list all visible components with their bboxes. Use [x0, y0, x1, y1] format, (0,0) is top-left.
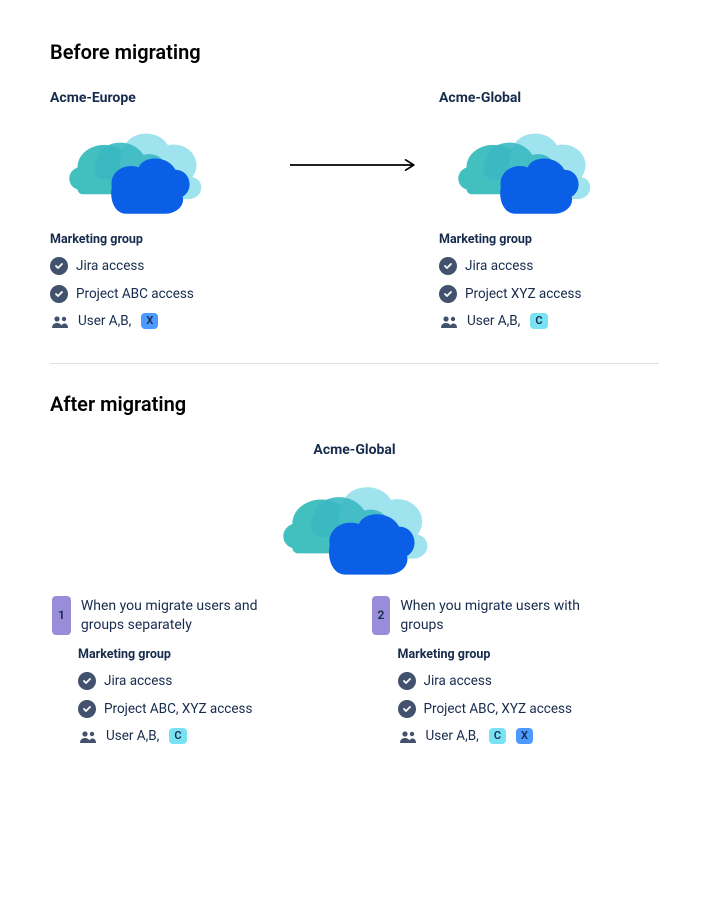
permission-text: Project ABC, XYZ access	[424, 701, 572, 717]
permission-list: Jira access Project XYZ access User A,B,…	[439, 257, 659, 329]
users-icon	[439, 313, 459, 329]
user-badge-x: X	[141, 313, 158, 329]
user-badge-c: C	[530, 313, 547, 329]
site-acme-global-after: Acme-Global	[245, 442, 465, 578]
check-icon	[50, 257, 68, 275]
permission-item: Project XYZ access	[439, 285, 659, 303]
site-title: Acme-Europe	[50, 90, 270, 106]
permission-list: Jira access Project ABC, XYZ access User…	[78, 672, 340, 744]
permission-text: Jira access	[104, 673, 172, 689]
group-label: Marketing group	[398, 647, 660, 662]
check-icon	[439, 257, 457, 275]
permission-text: Project ABC access	[76, 286, 194, 302]
user-badge-x: X	[516, 728, 533, 744]
section-divider	[50, 363, 659, 364]
cloud-icon	[439, 116, 659, 226]
permission-list: Jira access Project ABC, XYZ access User…	[398, 672, 660, 744]
cloud-icon	[245, 468, 465, 578]
site-title: Acme-Global	[245, 442, 465, 458]
permission-text: Project ABC, XYZ access	[104, 701, 252, 717]
users-icon	[398, 728, 418, 744]
users-text: User A,B,	[106, 728, 159, 744]
after-options-row: 1 When you migrate users and groups sepa…	[50, 596, 659, 744]
users-text: User A,B,	[467, 313, 520, 329]
permission-item: Project ABC, XYZ access	[398, 700, 660, 718]
permission-text: Jira access	[424, 673, 492, 689]
check-icon	[78, 700, 96, 718]
group-label: Marketing group	[439, 232, 659, 247]
site-acme-global: Acme-Global Marketing group Jira access …	[439, 90, 659, 329]
option-number-badge: 1	[52, 596, 71, 635]
users-icon	[78, 728, 98, 744]
site-acme-europe: Acme-Europe Marketing group Jira access …	[50, 90, 270, 329]
permission-item: Jira access	[78, 672, 340, 690]
users-icon	[50, 313, 70, 329]
permission-item: Project ABC access	[50, 285, 270, 303]
check-icon	[398, 700, 416, 718]
users-item: User A,B, X	[50, 313, 270, 329]
check-icon	[439, 285, 457, 303]
permission-text: Jira access	[76, 258, 144, 274]
cloud-icon	[50, 116, 270, 226]
users-text: User A,B,	[78, 313, 131, 329]
permission-item: Jira access	[50, 257, 270, 275]
users-item: User A,B, C	[439, 313, 659, 329]
user-badge-c: C	[489, 728, 506, 744]
group-label: Marketing group	[50, 232, 270, 247]
option-description: When you migrate users and groups separa…	[81, 596, 291, 635]
option-number-badge: 2	[372, 596, 391, 635]
option-separate: 1 When you migrate users and groups sepa…	[50, 596, 340, 744]
option-description: When you migrate users with groups	[400, 596, 610, 635]
permission-item: Jira access	[439, 257, 659, 275]
permission-list: Jira access Project ABC access User A,B,…	[50, 257, 270, 329]
permission-text: Project XYZ access	[465, 286, 581, 302]
permission-item: Project ABC, XYZ access	[78, 700, 340, 718]
check-icon	[78, 672, 96, 690]
permission-item: Jira access	[398, 672, 660, 690]
users-text: User A,B,	[426, 728, 479, 744]
after-heading: After migrating	[50, 392, 659, 416]
before-row: Acme-Europe Marketing group Jira access …	[50, 90, 659, 329]
user-badge-c: C	[169, 728, 186, 744]
users-item: User A,B, C X	[398, 728, 660, 744]
check-icon	[50, 285, 68, 303]
migration-arrow	[270, 90, 439, 240]
permission-text: Jira access	[465, 258, 533, 274]
users-item: User A,B, C	[78, 728, 340, 744]
site-title: Acme-Global	[439, 90, 659, 106]
option-with-groups: 2 When you migrate users with groups Mar…	[370, 596, 660, 744]
group-label: Marketing group	[78, 647, 340, 662]
check-icon	[398, 672, 416, 690]
before-heading: Before migrating	[50, 40, 659, 64]
